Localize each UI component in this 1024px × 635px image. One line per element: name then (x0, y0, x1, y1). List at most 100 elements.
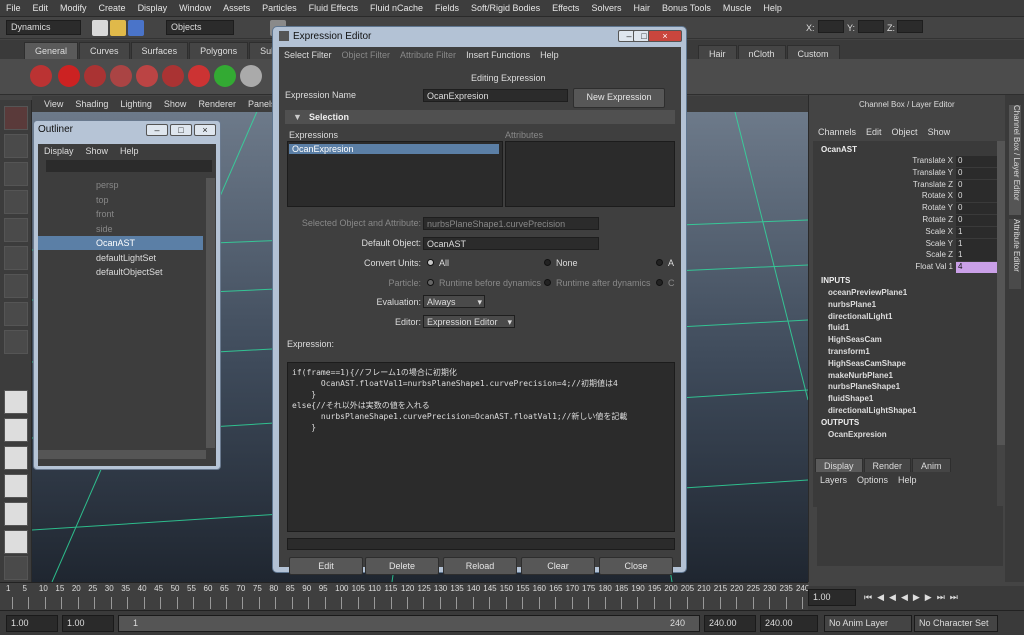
playback-buttons-icon[interactable]: ⏮◀◀◀▶▶⏭⏭ (864, 592, 963, 603)
menu-item[interactable]: Muscle (717, 3, 758, 13)
range-start-field[interactable]: 1.00 (62, 615, 114, 632)
rotate-tool-icon[interactable] (4, 218, 28, 242)
tool-icon[interactable] (110, 65, 132, 87)
outliner-menu-item[interactable]: Help (114, 146, 145, 156)
time-slider[interactable]: 1 5 10 15 20 25 30 35 40 45 50 55 60 65 70 75 80 85 90 95 10… (0, 582, 809, 610)
selection-section-header[interactable]: ▼ Selection (285, 110, 675, 124)
layout-graph-icon[interactable] (4, 474, 28, 498)
select-tool-icon[interactable] (4, 106, 28, 130)
channel-menu-item[interactable]: Object (887, 127, 923, 137)
shelf-tab[interactable]: Polygons (189, 42, 249, 59)
input-node[interactable]: directionalLightShape1 (828, 406, 916, 415)
input-node[interactable]: nurbsPlaneShape1 (828, 382, 900, 391)
menu-item[interactable]: Fields (429, 3, 465, 13)
film-icon[interactable] (30, 65, 52, 87)
selection-mode-dropdown[interactable]: Objects (166, 20, 234, 35)
maximize-button[interactable]: □ (170, 124, 192, 136)
expression-menu-item[interactable]: Help (535, 50, 564, 60)
channel-row[interactable]: Scale Z1 (813, 250, 1003, 262)
layer-menu-item[interactable]: Help (893, 475, 922, 487)
input-node[interactable]: nurbsPlane1 (828, 300, 876, 309)
layer-tab[interactable]: Render (863, 458, 912, 472)
channel-row[interactable]: Rotate Y0 (813, 203, 1003, 215)
evaluation-dropdown[interactable]: Always ▾ (423, 295, 485, 308)
layout-hypershade-icon[interactable] (4, 530, 28, 554)
expression-list-item[interactable]: OcanExpresion (289, 144, 499, 154)
channel-row[interactable]: Translate Z0 (813, 179, 1003, 192)
layout-outliner-icon[interactable] (4, 502, 28, 526)
anim-layer-dropdown[interactable]: No Anim Layer (824, 615, 912, 632)
tool-icon[interactable] (162, 65, 184, 87)
close-editor-button[interactable]: Close (599, 557, 673, 575)
menu-item[interactable]: Create (93, 3, 132, 13)
particle-creation-radio[interactable] (656, 279, 663, 286)
layer-tab[interactable]: Anim (912, 458, 951, 472)
minimize-button[interactable]: – (146, 124, 168, 136)
default-object-field[interactable]: OcanAST (423, 237, 599, 250)
lasso-tool-icon[interactable] (4, 134, 28, 158)
delete-button[interactable]: Delete (365, 557, 439, 575)
channel-scrollbar[interactable] (997, 141, 1005, 445)
menu-item[interactable]: Fluid Effects (303, 3, 364, 13)
layout-single-icon[interactable] (4, 390, 28, 414)
shelf-tab[interactable]: Surfaces (130, 42, 189, 59)
shelf-tab[interactable]: General (24, 42, 79, 59)
channel-value[interactable]: 1 (956, 226, 1003, 238)
outliner-window[interactable]: Outliner – □ × Display Show Help persp top f… (33, 120, 221, 470)
menu-item[interactable]: Help (757, 3, 788, 13)
expression-menu-item[interactable]: Object Filter (337, 50, 396, 60)
move-tool-icon[interactable] (4, 190, 28, 214)
outliner-menu-item[interactable]: Display (38, 146, 80, 156)
convert-angular-radio[interactable] (656, 259, 663, 266)
input-node[interactable]: fluid1 (828, 323, 849, 332)
menu-item[interactable]: Bonus Tools (656, 3, 717, 13)
clear-button[interactable]: Clear (521, 557, 595, 575)
expression-menu-item[interactable]: Insert Functions (461, 50, 535, 60)
expression-menu-item[interactable]: Select Filter (279, 50, 337, 60)
menu-item[interactable]: Edit (27, 3, 55, 13)
outliner-item[interactable]: defaultLightSet (38, 251, 203, 265)
manipulator-tool-icon[interactable] (4, 274, 28, 298)
particle-after-radio[interactable] (544, 279, 551, 286)
start-frame-field[interactable]: 1.00 (6, 615, 58, 632)
input-node[interactable]: makeNurbPlane1 (828, 371, 893, 380)
input-node[interactable]: directionalLight1 (828, 312, 892, 321)
output-node[interactable]: OcanExpresion (828, 430, 887, 439)
outliner-item[interactable]: defaultObjectSet (38, 265, 203, 279)
selected-object-field[interactable]: nurbsPlaneShape1.curvePrecision (423, 217, 599, 230)
channel-menu-item[interactable]: Edit (861, 127, 887, 137)
channel-row[interactable]: Translate Y0 (813, 167, 1003, 180)
tool-icon[interactable] (84, 65, 106, 87)
outliner-item[interactable]: front (38, 207, 203, 221)
outliner-item[interactable]: OcanAST (38, 236, 203, 250)
command-line-field[interactable] (287, 538, 675, 550)
soft-mod-tool-icon[interactable] (4, 302, 28, 326)
range-slider[interactable]: 1 240 (118, 615, 700, 632)
menu-item[interactable]: Display (132, 3, 174, 13)
layer-tab[interactable]: Display (815, 458, 863, 472)
side-tab-channel-box[interactable]: Channel Box / Layer Editor (1009, 105, 1021, 215)
layout-four-icon[interactable] (4, 418, 28, 442)
viewport-menu-item[interactable]: Show (158, 99, 193, 109)
editor-dropdown[interactable]: Expression Editor ▾ (423, 315, 515, 328)
input-node[interactable]: HighSeasCam (828, 335, 882, 344)
channel-row[interactable]: Rotate X0 (813, 191, 1003, 203)
menu-item[interactable]: Particles (256, 3, 303, 13)
input-node[interactable]: oceanPreviewPlane1 (828, 288, 907, 297)
edit-button[interactable]: Edit (289, 557, 363, 575)
channel-value[interactable]: 0 (956, 156, 1003, 167)
channel-menu-item[interactable]: Channels (813, 127, 861, 137)
menu-item[interactable]: Window (173, 3, 217, 13)
channel-row[interactable]: Rotate Z0 (813, 215, 1003, 227)
input-node[interactable]: fluidShape1 (828, 394, 873, 403)
viewport-menu-item[interactable]: View (38, 99, 69, 109)
menu-item[interactable]: Hair (627, 3, 656, 13)
particle-before-radio[interactable] (427, 279, 434, 286)
x-field[interactable] (818, 20, 844, 33)
close-button[interactable]: × (648, 30, 682, 42)
outliner-item[interactable]: side (38, 222, 203, 236)
menu-item[interactable]: Soft/Rigid Bodies (465, 3, 546, 13)
character-set-dropdown[interactable]: No Character Set (914, 615, 998, 632)
convert-all-radio[interactable] (427, 259, 434, 266)
viewport-menu-item[interactable]: Shading (69, 99, 114, 109)
